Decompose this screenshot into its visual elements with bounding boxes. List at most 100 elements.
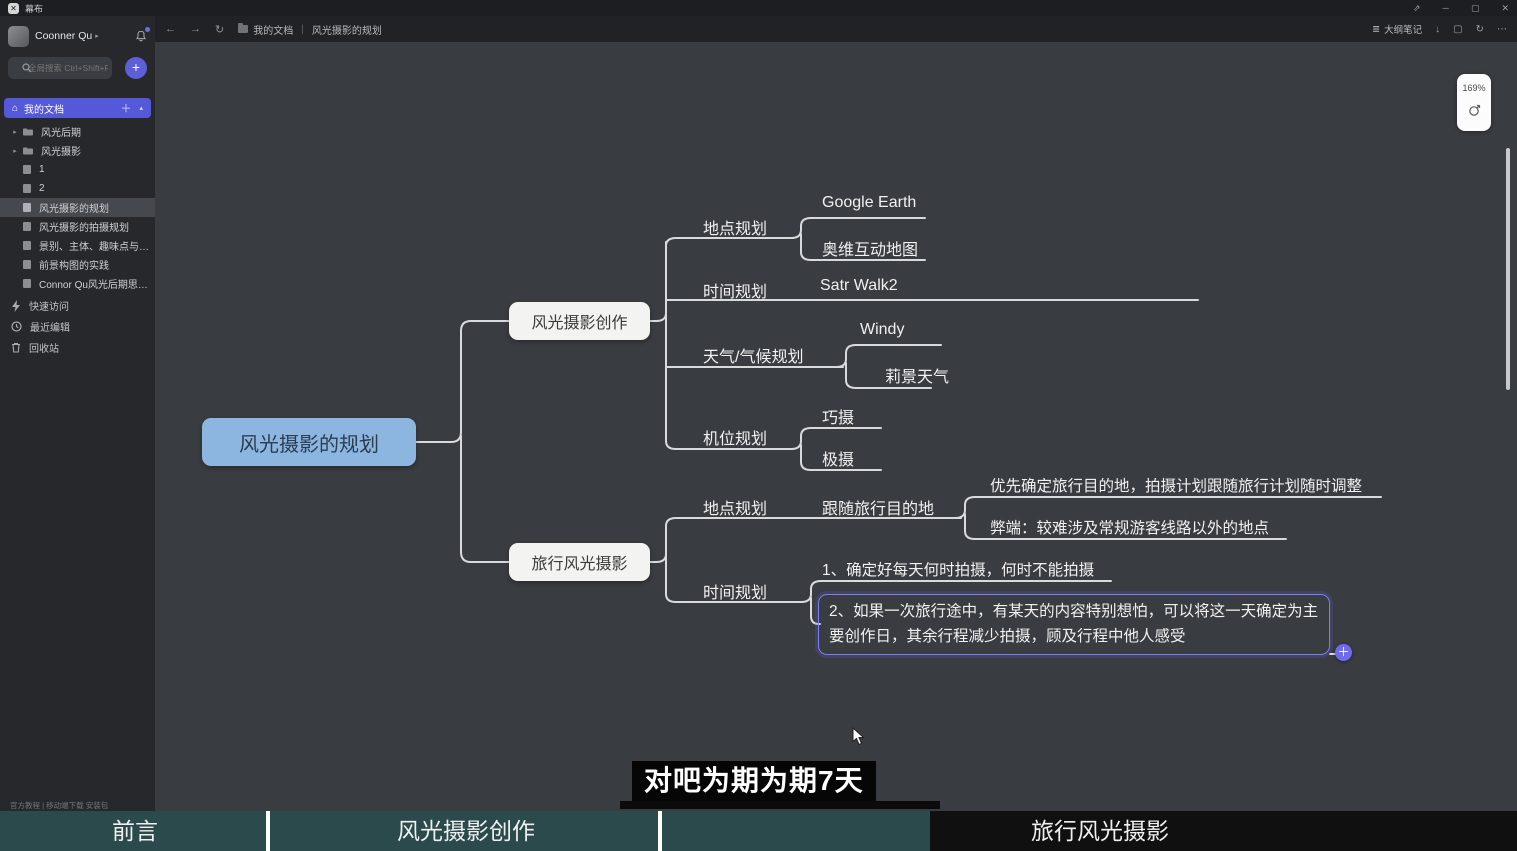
tree-item-label: 风光摄影: [41, 143, 87, 158]
mindmap-node[interactable]: 时间规划: [703, 579, 767, 603]
zoom-level: 169%: [1462, 83, 1485, 93]
tree-item-label: 前景构图的实践: [39, 257, 115, 272]
export-icon[interactable]: ↓: [1435, 24, 1440, 35]
mindmap-branch-node[interactable]: 旅行风光摄影: [509, 543, 650, 581]
notifications-button[interactable]: [135, 30, 147, 42]
refresh-button[interactable]: ↻: [215, 23, 224, 36]
forward-button[interactable]: →: [190, 23, 201, 35]
app-title: 幕布: [25, 2, 43, 15]
sidebar-item-doc[interactable]: 风光摄影的拍摄规划: [0, 217, 155, 236]
sidebar-item-doc-selected[interactable]: 风光摄影的规划: [0, 198, 155, 217]
chevron-right-icon[interactable]: ▸: [8, 128, 22, 136]
sidebar-item-recent[interactable]: 最近编辑: [0, 317, 155, 336]
sidebar-item-my-docs[interactable]: ⌂ 我的文档 ＋ ▴: [4, 98, 151, 118]
search-icon: [22, 63, 32, 73]
folder-icon: [238, 25, 248, 33]
sidebar-item-trash[interactable]: 回收站: [0, 338, 155, 357]
mindmap-node[interactable]: 地点规划: [703, 215, 767, 239]
chevron-right-icon[interactable]: ▸: [8, 147, 22, 155]
document-icon: [22, 183, 32, 194]
outline-list-icon: ≣: [1372, 24, 1380, 35]
breadcrumb-my-docs[interactable]: 我的文档: [253, 22, 293, 37]
sidebar-item-doc[interactable]: 前景构图的实践: [0, 255, 155, 274]
sidebar-bottom-links[interactable]: 官方教程 | 移动端下载 安装包: [10, 800, 155, 811]
notification-badge: [145, 27, 150, 32]
maximize-icon[interactable]: ▢: [1471, 3, 1480, 14]
sidebar-item-doc[interactable]: 景别、主体、趣味点与前景…: [0, 236, 155, 255]
mindmap-node[interactable]: Google Earth: [822, 194, 916, 212]
app-logo-icon: ✕: [8, 3, 19, 14]
mindmap-node[interactable]: Satr Walk2: [820, 277, 898, 295]
mindmap-branch-node[interactable]: 风光摄影创作: [509, 302, 650, 340]
mindmap-node-selected[interactable]: 2、如果一次旅行途中，有某天的内容特别想怕，可以将这一天确定为主要创作日，其余行…: [818, 594, 1330, 655]
titlebar: ✕ 幕布 ⇗ ─ ▢ ✕: [0, 0, 1517, 16]
document-icon: [22, 259, 32, 270]
mindmap-root-node[interactable]: 风光摄影的规划: [202, 418, 416, 466]
mindmap-node[interactable]: 巧摄: [822, 404, 854, 428]
chapter-label[interactable]: 旅行风光摄影: [1031, 811, 1169, 851]
nav-label: 快速访问: [29, 298, 69, 313]
tree-item-label: Connor Qu风光后期思维导图: [39, 276, 155, 291]
sidebar-item-folder[interactable]: ▸ 风光摄影: [0, 141, 155, 160]
chapter-label[interactable]: 风光摄影创作: [397, 811, 535, 851]
chevron-right-icon: ▸: [95, 32, 99, 40]
mindmap-node[interactable]: 弊端：较难涉及常规游客线路以外的地点: [990, 516, 1269, 538]
mindmap-node[interactable]: 奥维互动地图: [822, 236, 918, 260]
sync-icon[interactable]: ↻: [1476, 24, 1484, 35]
document-icon: [22, 202, 32, 213]
mindmap-node[interactable]: 1、确定好每天何时拍摄，何时不能拍摄: [822, 558, 1094, 580]
mindmap-node[interactable]: Windy: [860, 321, 904, 339]
home-icon: ⌂: [12, 103, 18, 114]
sidebar-item-doc[interactable]: Connor Qu风光后期思维导图: [0, 274, 155, 293]
zoom-widget[interactable]: 169%: [1457, 74, 1491, 131]
chapter-segment-upcoming[interactable]: [930, 811, 1517, 851]
subtitle-next-strip: [620, 801, 940, 809]
sidebar-item-doc[interactable]: 2: [0, 179, 155, 198]
nav-label: 回收站: [29, 340, 59, 355]
user-name: Coonner Qu: [35, 30, 92, 42]
sidebar-item-folder[interactable]: ▸ 风光后期: [0, 122, 155, 141]
back-button[interactable]: ←: [165, 23, 176, 35]
breadcrumb-doc-title[interactable]: 风光摄影的规划: [312, 22, 382, 37]
sidebar-item-doc[interactable]: 1: [0, 160, 155, 179]
chapter-divider: [658, 811, 662, 851]
mindmap-node[interactable]: 天气/气候规划: [703, 343, 803, 367]
mindmap-node[interactable]: 时间规划: [703, 278, 767, 302]
fit-view-icon[interactable]: [1468, 104, 1481, 117]
tree-item-label: 2: [39, 183, 51, 194]
mindmap-node[interactable]: 机位规划: [703, 425, 767, 449]
lightning-icon: [11, 300, 21, 312]
pin-window-icon[interactable]: ⇗: [1413, 3, 1421, 14]
avatar: [8, 26, 29, 47]
mindmap-node[interactable]: 极摄: [822, 446, 854, 470]
canvas-scrollbar[interactable]: [1506, 148, 1510, 390]
mindmap-node[interactable]: 优先确定旅行目的地，拍摄计划跟随旅行计划随时调整: [990, 474, 1362, 496]
document-icon: [22, 240, 32, 251]
mindmap-node[interactable]: 地点规划: [703, 495, 767, 519]
more-icon[interactable]: ⋯: [1497, 24, 1507, 35]
document-icon: [22, 221, 32, 232]
chapter-divider: [266, 811, 270, 851]
mindmap-node[interactable]: 跟随旅行目的地: [822, 495, 934, 519]
outline-notes-button[interactable]: ≣ 大纲笔记: [1372, 22, 1422, 36]
bell-icon: [135, 30, 147, 42]
user-menu[interactable]: Coonner Qu ▸: [8, 24, 147, 48]
chapter-bar: 前言 风光摄影创作 旅行风光摄影: [0, 811, 1517, 851]
add-doc-icon[interactable]: ＋: [120, 100, 131, 116]
chapter-label[interactable]: 前言: [112, 811, 158, 851]
nav-label: 最近编辑: [30, 319, 70, 334]
document-icon: [22, 278, 32, 289]
collapse-icon[interactable]: ▴: [139, 104, 143, 112]
tree-item-label: 风光后期: [41, 124, 87, 139]
breadcrumb-separator: |: [301, 24, 304, 35]
minimize-icon[interactable]: ─: [1443, 3, 1449, 14]
trash-icon: [11, 342, 21, 353]
new-document-button[interactable]: +: [125, 57, 147, 79]
tree-item-label: 风光摄影的拍摄规划: [39, 219, 135, 234]
mindmap-canvas[interactable]: 风光摄影的规划 风光摄影创作 旅行风光摄影 地点规划 Google Earth …: [155, 42, 1517, 811]
mindmap-node[interactable]: 莉景天气: [885, 363, 949, 387]
close-icon[interactable]: ✕: [1501, 3, 1509, 14]
add-child-node-button[interactable]: ＋: [1335, 644, 1352, 661]
sidebar-item-quick-access[interactable]: 快速访问: [0, 296, 155, 315]
share-icon[interactable]: ▢: [1453, 24, 1462, 35]
